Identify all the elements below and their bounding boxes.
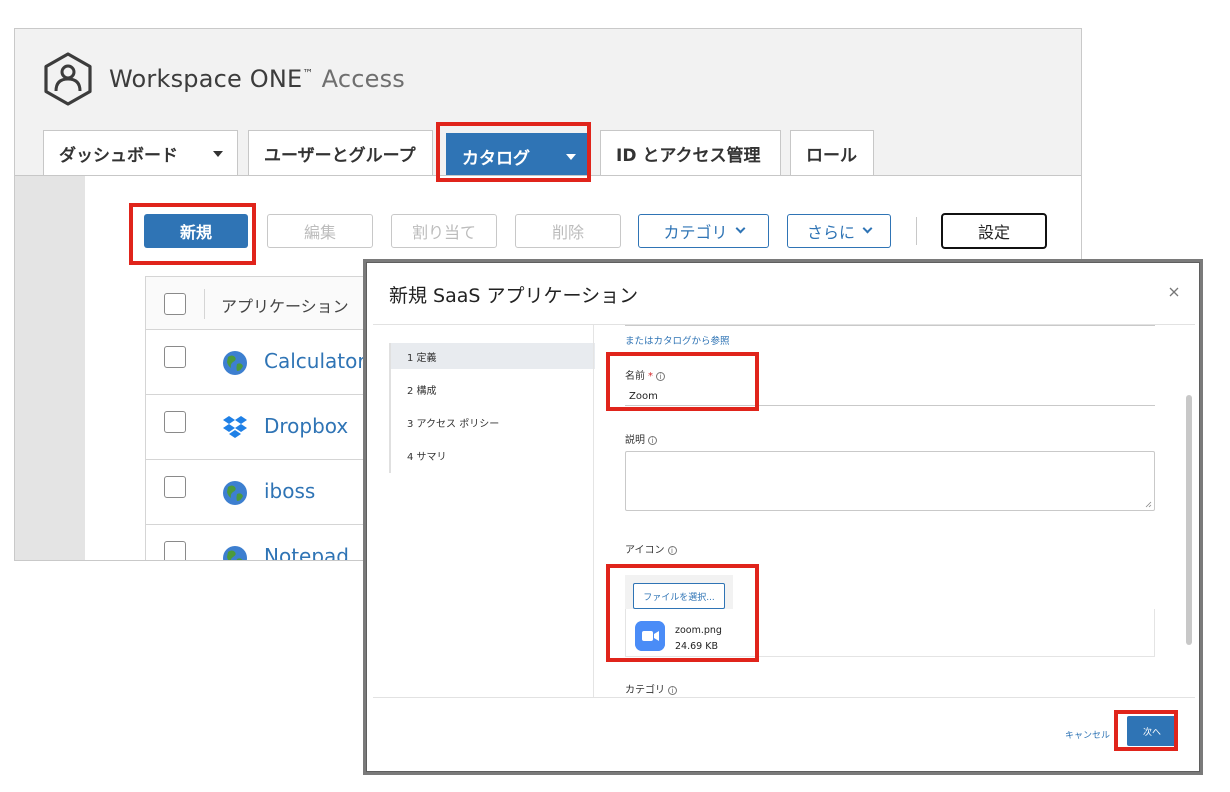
dialog-footer: キャンセル 次へ bbox=[373, 697, 1195, 771]
tab-roles[interactable]: ロール bbox=[790, 130, 874, 176]
chevron-down-icon bbox=[735, 223, 745, 233]
tab-catalog-label: カタログ bbox=[462, 148, 530, 169]
edit-button[interactable]: 編集 bbox=[267, 214, 373, 248]
tab-identity-access[interactable]: ID とアクセス管理 bbox=[600, 130, 781, 176]
settings-button[interactable]: 設定 bbox=[941, 213, 1047, 249]
info-icon[interactable]: i bbox=[648, 435, 657, 445]
close-icon[interactable] bbox=[1167, 285, 1181, 299]
globe-icon bbox=[223, 351, 247, 375]
description-label: 説明 i bbox=[625, 431, 657, 446]
table-row[interactable]: Dropbox bbox=[146, 395, 386, 460]
definition-form: またはカタログから参照 名前 * i Zoom 説明 i アイコン i ファイルを選択.… bbox=[625, 325, 1155, 697]
tab-roles-label: ロール bbox=[806, 146, 857, 166]
info-icon[interactable]: i bbox=[667, 545, 677, 555]
app-link-iboss[interactable]: iboss bbox=[264, 479, 315, 503]
category-dropdown-label: カテゴリ bbox=[663, 223, 728, 242]
dialog-title: 新規 SaaS アプリケーション bbox=[389, 285, 639, 307]
select-all-checkbox[interactable] bbox=[164, 293, 186, 315]
category-label-text: カテゴリ bbox=[625, 685, 665, 696]
wizard-step-summary[interactable]: 4 サマリ bbox=[391, 442, 595, 468]
chevron-down-icon bbox=[862, 223, 873, 233]
left-rail bbox=[15, 176, 85, 560]
uploaded-file-size: 24.69 KB bbox=[675, 641, 718, 652]
resize-grip-icon[interactable] bbox=[1145, 501, 1152, 508]
uploaded-file-name: zoom.png bbox=[675, 625, 722, 636]
scrollbar-thumb[interactable] bbox=[1186, 395, 1192, 645]
column-header-application: アプリケーション bbox=[221, 297, 349, 316]
tab-catalog[interactable]: カタログ bbox=[446, 133, 591, 178]
info-icon[interactable]: i bbox=[656, 371, 665, 381]
wizard-step-definition[interactable]: 1 定義 bbox=[391, 343, 595, 369]
search-field-underline bbox=[625, 325, 1155, 326]
brand-header: Workspace ONE™ Access bbox=[41, 51, 405, 107]
caret-down-icon bbox=[213, 151, 223, 157]
icon-label: アイコン i bbox=[625, 541, 677, 556]
icon-upload-panel: ファイルを選択... zoom.png 24.69 KB bbox=[625, 575, 1155, 659]
row-checkbox[interactable] bbox=[164, 541, 186, 560]
globe-icon bbox=[223, 481, 247, 505]
table-header: アプリケーション bbox=[146, 276, 386, 330]
wizard-step-configuration[interactable]: 2 構成 bbox=[391, 376, 595, 402]
category-dropdown-button[interactable]: カテゴリ bbox=[638, 214, 769, 248]
tab-identity-access-label: ID とアクセス管理 bbox=[616, 146, 761, 166]
next-button[interactable]: 次へ bbox=[1127, 716, 1177, 746]
choose-file-button[interactable]: ファイルを選択... bbox=[633, 583, 725, 609]
brand-title: Workspace ONE™ Access bbox=[109, 65, 405, 93]
assign-button[interactable]: 割り当て bbox=[391, 214, 497, 248]
workspace-one-logo-icon bbox=[44, 52, 92, 106]
row-checkbox[interactable] bbox=[164, 346, 186, 368]
applications-table: アプリケーション Calculator Dropbox iboss Notepa… bbox=[145, 276, 386, 560]
column-divider bbox=[204, 289, 205, 319]
name-input[interactable]: Zoom bbox=[629, 391, 658, 402]
icon-label-text: アイコン bbox=[625, 545, 665, 556]
caret-down-icon bbox=[566, 154, 576, 160]
app-link-notepad[interactable]: Notepad bbox=[264, 544, 349, 560]
form-scrollbar[interactable] bbox=[1185, 325, 1193, 697]
table-row[interactable]: iboss bbox=[146, 460, 386, 525]
name-label-text: 名前 bbox=[625, 371, 645, 382]
more-dropdown-button[interactable]: さらに bbox=[787, 214, 891, 248]
category-label: カテゴリ i bbox=[625, 681, 677, 696]
tab-dashboard-label: ダッシュボード bbox=[59, 146, 178, 166]
tab-users-groups-label: ユーザーとグループ bbox=[264, 146, 416, 166]
name-label: 名前 * i bbox=[625, 367, 665, 382]
more-dropdown-label: さらに bbox=[806, 223, 855, 242]
tab-dashboard[interactable]: ダッシュボード bbox=[43, 130, 238, 176]
steps-divider bbox=[593, 325, 594, 697]
zoom-app-icon bbox=[635, 621, 665, 651]
delete-button[interactable]: 削除 bbox=[515, 214, 621, 248]
dropbox-icon bbox=[223, 416, 247, 438]
new-saas-app-dialog: 新規 SaaS アプリケーション 1 定義 2 構成 3 アクセス ポリシー 4… bbox=[366, 262, 1200, 772]
cancel-button[interactable]: キャンセル bbox=[1065, 728, 1110, 741]
brand-name: Workspace ONE bbox=[109, 65, 303, 93]
app-link-calculator[interactable]: Calculator bbox=[264, 349, 366, 373]
new-button[interactable]: 新規 bbox=[144, 214, 248, 248]
globe-icon bbox=[223, 546, 247, 560]
table-row[interactable]: Calculator bbox=[146, 330, 386, 395]
app-link-dropbox[interactable]: Dropbox bbox=[264, 414, 348, 438]
toolbar-divider bbox=[916, 217, 917, 245]
brand-product: Access bbox=[321, 65, 405, 93]
description-label-text: 説明 bbox=[625, 435, 645, 446]
wizard-steps: 1 定義 2 構成 3 アクセス ポリシー 4 サマリ bbox=[389, 343, 595, 473]
tab-users-groups[interactable]: ユーザーとグループ bbox=[248, 130, 433, 176]
wizard-step-access-policy[interactable]: 3 アクセス ポリシー bbox=[391, 409, 595, 435]
row-checkbox[interactable] bbox=[164, 476, 186, 498]
row-checkbox[interactable] bbox=[164, 411, 186, 433]
required-mark: * bbox=[648, 371, 653, 382]
trademark-mark: ™ bbox=[302, 67, 314, 80]
name-input-underline bbox=[625, 405, 1155, 406]
table-row[interactable]: Notepad bbox=[146, 525, 386, 560]
browse-catalog-link[interactable]: またはカタログから参照 bbox=[625, 333, 730, 347]
description-textarea[interactable] bbox=[625, 451, 1155, 511]
info-icon[interactable]: i bbox=[668, 685, 677, 695]
